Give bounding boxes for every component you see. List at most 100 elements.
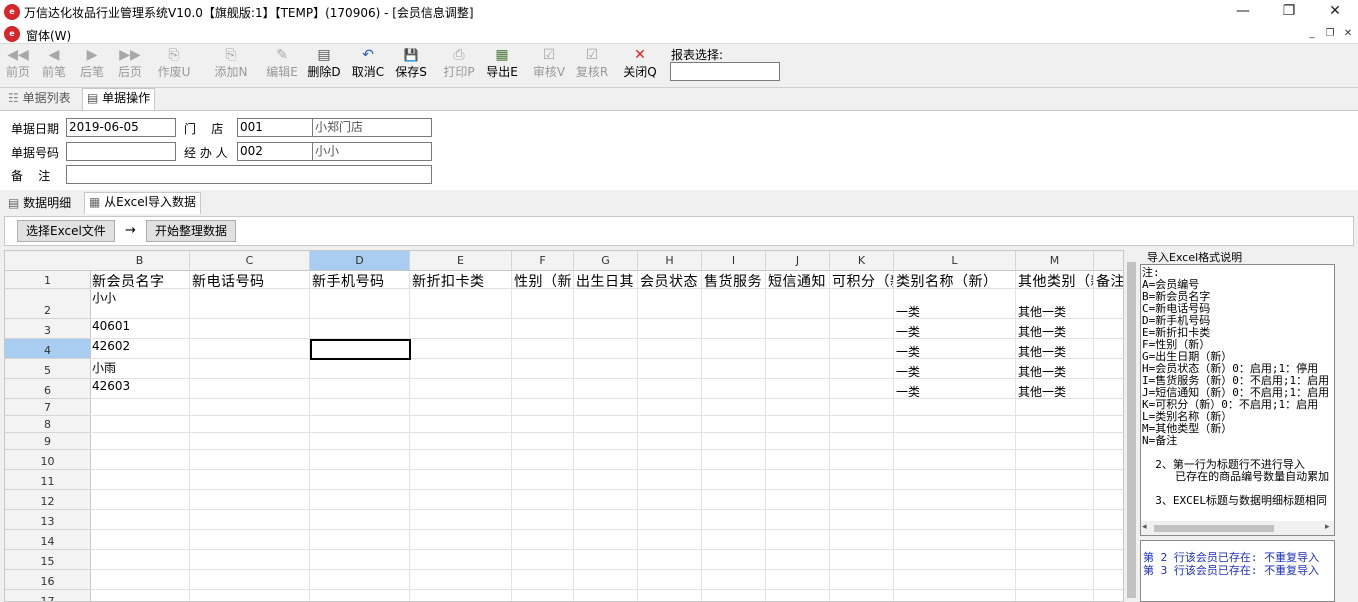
grid-cell[interactable] bbox=[766, 450, 830, 470]
mdi-restore-button[interactable]: ❐ bbox=[1322, 27, 1338, 41]
grid-cell[interactable] bbox=[894, 510, 1016, 530]
grid-cell[interactable] bbox=[830, 570, 894, 590]
grid-header-cell[interactable]: 新电话号码 bbox=[190, 271, 310, 289]
grid-cell[interactable] bbox=[1094, 550, 1123, 570]
grid-cell[interactable]: 其他一类 bbox=[1016, 289, 1094, 319]
grid-cell[interactable] bbox=[574, 289, 638, 319]
grid-cell[interactable] bbox=[410, 450, 512, 470]
scroll-right-icon[interactable]: ▸ bbox=[1325, 522, 1330, 532]
grid-cell[interactable] bbox=[410, 399, 512, 416]
grid-cell[interactable] bbox=[190, 359, 310, 379]
row-header[interactable]: 16 bbox=[5, 570, 91, 590]
add-button[interactable]: ⎘ 添加N bbox=[212, 46, 250, 86]
grid-cell[interactable] bbox=[310, 510, 410, 530]
grid-cell[interactable] bbox=[702, 550, 766, 570]
grid-cell[interactable] bbox=[512, 510, 574, 530]
grid-cell[interactable] bbox=[574, 359, 638, 379]
grid-cell[interactable] bbox=[512, 379, 574, 399]
grid-cell[interactable] bbox=[410, 510, 512, 530]
grid-cell[interactable] bbox=[894, 433, 1016, 450]
grid-cell[interactable] bbox=[894, 470, 1016, 490]
grid-cell[interactable] bbox=[410, 470, 512, 490]
grid-header-cell[interactable]: 新手机号码 bbox=[310, 271, 410, 289]
grid-cell[interactable] bbox=[830, 379, 894, 399]
grid-cell[interactable] bbox=[894, 416, 1016, 433]
close-form-button[interactable]: ✕ 关闭Q bbox=[622, 46, 658, 86]
row-header[interactable]: 6 bbox=[5, 379, 91, 399]
row-header[interactable]: 5 bbox=[5, 359, 91, 379]
notes-scroll-thumb[interactable] bbox=[1154, 525, 1274, 532]
grid-cell[interactable] bbox=[1094, 450, 1123, 470]
grid-cell[interactable]: 40601 bbox=[90, 319, 190, 339]
grid-cell[interactable] bbox=[1094, 570, 1123, 590]
start-process-button[interactable]: 开始整理数据 bbox=[146, 220, 237, 242]
grid-cell[interactable] bbox=[310, 416, 410, 433]
grid-cell[interactable] bbox=[702, 399, 766, 416]
grid-cell[interactable]: 其他一类 bbox=[1016, 379, 1094, 399]
grid-cell[interactable] bbox=[574, 416, 638, 433]
column-header[interactable]: H bbox=[638, 251, 702, 271]
grid-cell[interactable] bbox=[702, 510, 766, 530]
grid-cell[interactable] bbox=[310, 590, 410, 601]
select-excel-button[interactable]: 选择Excel文件 bbox=[17, 220, 115, 242]
store-code-field[interactable]: 001 bbox=[237, 118, 313, 137]
grid-cell[interactable] bbox=[638, 399, 702, 416]
row-header[interactable]: 4 bbox=[5, 339, 91, 359]
column-header[interactable] bbox=[1094, 251, 1123, 271]
row-header[interactable]: 10 bbox=[5, 450, 91, 470]
grid-cell[interactable] bbox=[410, 319, 512, 339]
grid-cell[interactable] bbox=[638, 359, 702, 379]
grid-cell[interactable] bbox=[574, 550, 638, 570]
grid-cell[interactable] bbox=[310, 550, 410, 570]
grid-cell[interactable] bbox=[638, 510, 702, 530]
menu-window[interactable]: 窗体(W) bbox=[26, 27, 71, 44]
grid-cell[interactable] bbox=[766, 416, 830, 433]
grid-cell[interactable] bbox=[190, 289, 310, 319]
grid-cell[interactable]: 一类 bbox=[894, 359, 1016, 379]
row-header[interactable]: 17 bbox=[5, 590, 91, 601]
grid-cell[interactable] bbox=[574, 510, 638, 530]
grid-cell[interactable] bbox=[894, 450, 1016, 470]
grid-cell[interactable] bbox=[638, 379, 702, 399]
grid-cell[interactable]: 小雨 bbox=[90, 359, 190, 379]
grid-cell[interactable] bbox=[766, 379, 830, 399]
grid-cell[interactable] bbox=[410, 530, 512, 550]
grid-cell[interactable] bbox=[90, 550, 190, 570]
grid-cell[interactable] bbox=[90, 433, 190, 450]
grid-cell[interactable] bbox=[1094, 379, 1123, 399]
grid-cell[interactable] bbox=[190, 399, 310, 416]
grid-cell[interactable] bbox=[512, 433, 574, 450]
column-header[interactable]: J bbox=[766, 251, 830, 271]
grid-cell[interactable] bbox=[90, 590, 190, 601]
grid-header-cell[interactable]: 可积分（新 bbox=[830, 271, 894, 289]
grid-cell[interactable] bbox=[638, 289, 702, 319]
grid-cell[interactable] bbox=[574, 319, 638, 339]
grid-cell[interactable] bbox=[190, 590, 310, 601]
grid-cell[interactable]: 一类 bbox=[894, 289, 1016, 319]
grid-cell[interactable] bbox=[638, 490, 702, 510]
grid-cell[interactable] bbox=[638, 450, 702, 470]
grid-cell[interactable] bbox=[310, 319, 410, 339]
grid-cell[interactable] bbox=[638, 319, 702, 339]
grid-cell[interactable] bbox=[310, 490, 410, 510]
grid-cell[interactable] bbox=[1016, 490, 1094, 510]
grid-cell[interactable] bbox=[574, 530, 638, 550]
grid-cell[interactable] bbox=[90, 416, 190, 433]
save-button[interactable]: 💾 保存S bbox=[393, 46, 429, 86]
grid-cell[interactable] bbox=[190, 319, 310, 339]
grid-cell[interactable] bbox=[1016, 510, 1094, 530]
grid-cell[interactable] bbox=[766, 470, 830, 490]
grid-cell[interactable] bbox=[512, 289, 574, 319]
grid-cell[interactable] bbox=[830, 416, 894, 433]
grid-cell[interactable] bbox=[766, 399, 830, 416]
scroll-left-icon[interactable]: ◂ bbox=[1142, 522, 1147, 532]
grid-cell[interactable] bbox=[894, 490, 1016, 510]
grid-cell[interactable] bbox=[410, 416, 512, 433]
grid-cell[interactable] bbox=[766, 550, 830, 570]
grid-header-cell[interactable]: 类别名称（新） bbox=[894, 271, 1016, 289]
grid-cell[interactable] bbox=[310, 433, 410, 450]
grid-cell[interactable] bbox=[1094, 359, 1123, 379]
grid-cell[interactable] bbox=[1094, 470, 1123, 490]
column-header[interactable]: B bbox=[90, 251, 190, 271]
last-page-button[interactable]: ▶▶ 后页 bbox=[114, 46, 146, 86]
